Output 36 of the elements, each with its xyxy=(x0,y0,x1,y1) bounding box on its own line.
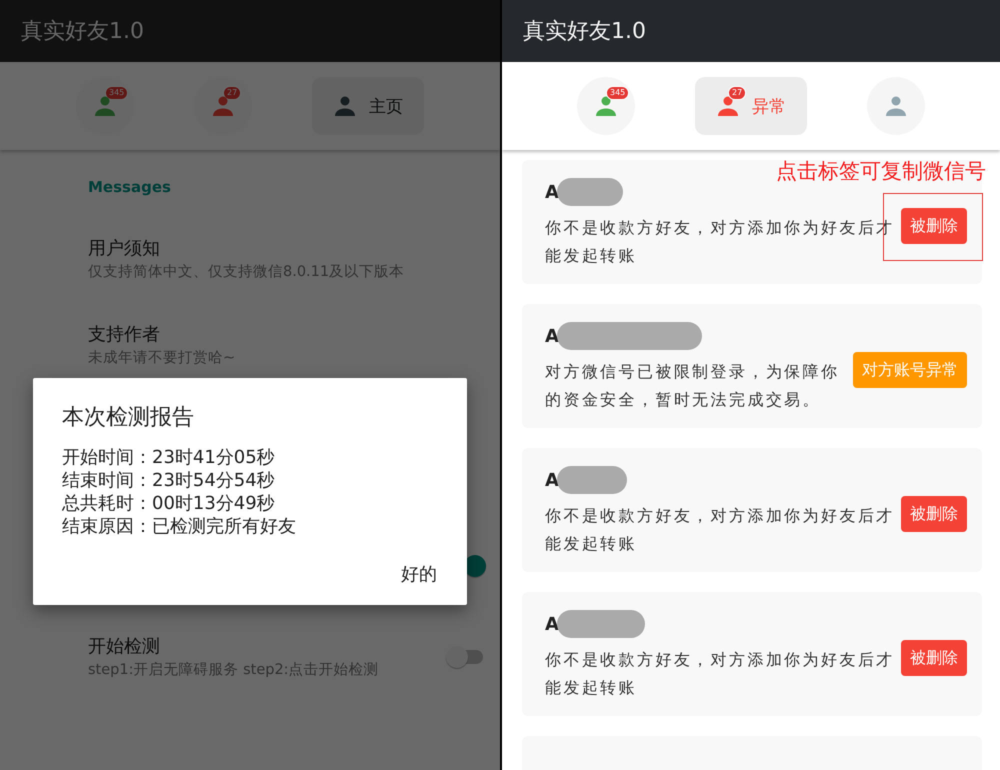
report-line: 结束时间：23时54分54秒 xyxy=(62,469,276,492)
status-message: 你不是收款方好友，对方添加你为好友后才能发起转账 xyxy=(545,505,896,555)
setting-title: 用户须知 xyxy=(88,236,161,260)
setting-title: 支持作者 xyxy=(88,322,161,346)
count-badge: 345 xyxy=(606,86,630,100)
report-line: 结束原因：已检测完所有好友 xyxy=(62,515,297,538)
setting-subtitle: 未成年请不要打赏哈~ xyxy=(88,348,236,368)
status-message: 你不是收款方好友，对方添加你为好友后才能发起转账 xyxy=(545,649,896,699)
count-badge: 345 xyxy=(105,86,128,100)
ok-button[interactable]: 好的 xyxy=(395,558,443,590)
status-tag[interactable]: 对方账号异常 xyxy=(853,352,967,388)
report-line: 总共耗时：00时13分49秒 xyxy=(62,492,276,515)
tab[interactable]: 主页 xyxy=(312,77,424,135)
dialog-title: 本次检测报告 xyxy=(62,404,195,432)
setting-subtitle: 仅支持简体中文、仅支持微信8.0.11及以下版本 xyxy=(88,262,406,282)
app-title: 真实好友1.0 xyxy=(523,18,646,46)
count-badge: 27 xyxy=(728,86,746,100)
redaction-mark xyxy=(556,178,623,206)
tab[interactable]: 345 xyxy=(577,77,635,135)
annotation-note: 点击标签可复制微信号 xyxy=(776,158,986,185)
redaction-mark xyxy=(556,466,627,494)
status-tag[interactable]: 被删除 xyxy=(901,640,967,676)
status-tag[interactable]: 被删除 xyxy=(901,496,967,532)
friend-name: A xyxy=(545,326,559,346)
friend-name: A xyxy=(545,182,559,202)
setting-subtitle: step1:开启无障碍服务 step2:点击开始检测 xyxy=(88,660,380,680)
count-badge: 27 xyxy=(223,86,242,100)
tab[interactable]: 27 异常 xyxy=(695,77,807,135)
status-message: 对方微信号已被限制登录，为保障你的资金安全，暂时无法完成交易。 xyxy=(545,361,840,411)
friend-name: A xyxy=(545,614,559,634)
friend-name: A xyxy=(545,470,559,490)
status-tag[interactable]: 被删除 xyxy=(901,208,967,244)
report-line: 开始时间：23时41分05秒 xyxy=(62,446,276,469)
app-title: 真实好友1.0 xyxy=(21,18,144,46)
setting-title: 开始检测 xyxy=(88,634,161,658)
section-heading: Messages xyxy=(88,178,172,196)
